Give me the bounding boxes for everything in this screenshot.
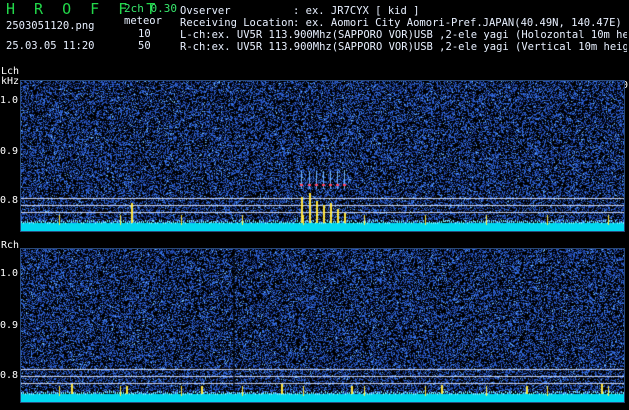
- timestamp-label: 25.03.05 11:20: [6, 40, 95, 52]
- lch-ytick: 0.8: [0, 195, 19, 206]
- rch-ytick: 0.8: [0, 370, 19, 381]
- location-label: Receiving Location: [180, 17, 294, 29]
- observer-label: Ovserver: [180, 5, 231, 17]
- rch-label: Rch: [1, 240, 20, 251]
- rch-ytick: 0.9: [0, 320, 19, 331]
- lch-ytick: 0.9: [0, 146, 19, 157]
- lch-ytick: 1.0: [0, 95, 19, 106]
- lch-info: L-ch:ex. UV5R 113.900Mhz(SAPPORO VOR)USB…: [180, 29, 627, 41]
- rch-ytick: 1.0: [0, 268, 19, 279]
- rch-info: R-ch:ex. UV5R 113.900Mhz(SAPPORO VOR)USB…: [180, 41, 627, 53]
- meteor-label: meteor: [124, 15, 162, 27]
- lch-spectrogram[interactable]: [20, 80, 625, 232]
- observer-value: : ex. JR7CYX [ kid ]: [293, 5, 420, 17]
- location-value: : ex. Aomori City Aomori-Pref.JAPAN(40.4…: [293, 17, 622, 29]
- rch-spectrogram-canvas: [21, 249, 624, 402]
- rch-spectrogram[interactable]: [20, 248, 625, 403]
- lch-unit: kHz: [1, 76, 20, 87]
- filename-label: 2503051120.png: [6, 20, 95, 32]
- meteor-count-r: 50: [138, 40, 151, 52]
- meteor-count-l: 10: [138, 28, 151, 40]
- lch-spectrogram-canvas: [21, 81, 624, 231]
- version-label: 2ch 0.30: [124, 2, 177, 15]
